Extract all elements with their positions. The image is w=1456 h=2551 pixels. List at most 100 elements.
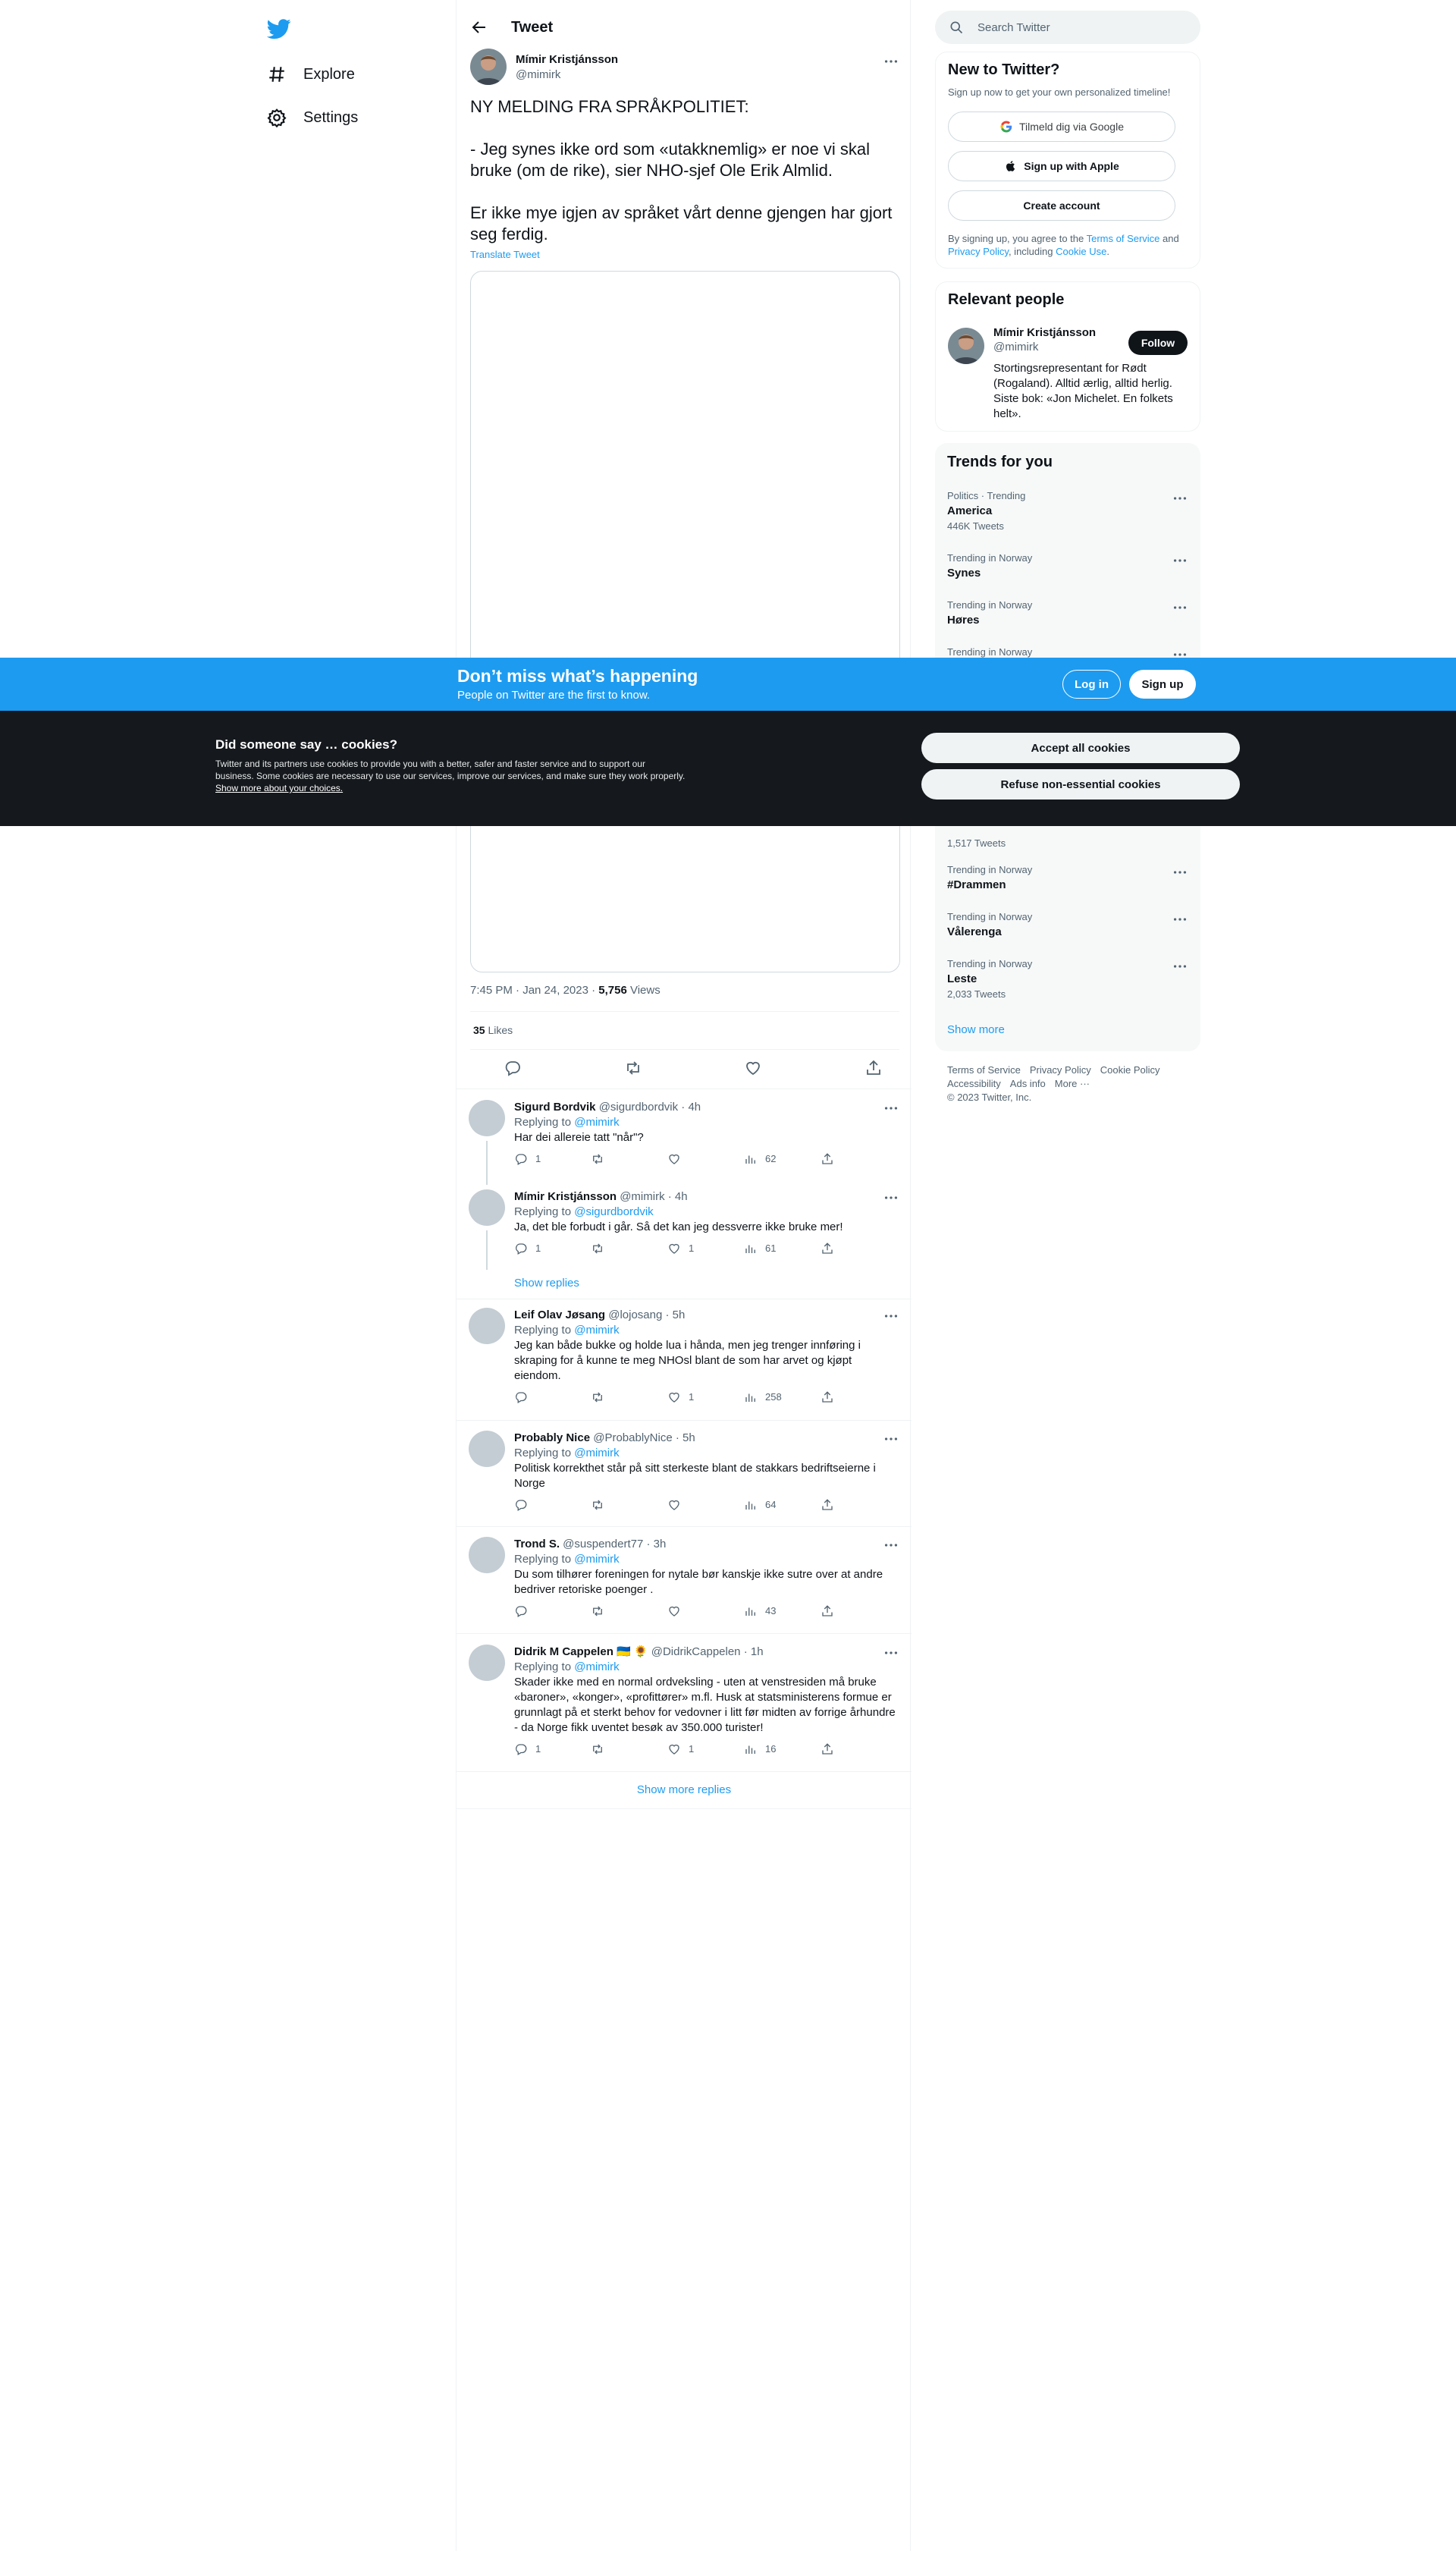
like-button[interactable] [667,1152,744,1166]
retweet-button[interactable] [591,1152,667,1166]
views-button[interactable]: 16 [744,1742,821,1757]
share-button[interactable] [821,1390,897,1404]
footer-accessibility-link[interactable]: Accessibility [947,1078,1001,1089]
retweet-icon[interactable] [624,1059,642,1077]
like-button[interactable] [667,1498,744,1512]
reply-time[interactable]: · 4h [681,1101,701,1114]
avatar[interactable] [469,1431,505,1467]
follow-button[interactable]: Follow [1128,331,1188,355]
replying-to-link[interactable]: @mimirk [574,1553,619,1566]
more-icon[interactable] [1172,552,1188,569]
search-bar[interactable] [935,11,1200,44]
share-icon[interactable] [864,1059,883,1077]
author-name[interactable]: Mímir Kristjánsson [516,53,618,66]
reply-button[interactable] [514,1390,591,1404]
nav-explore[interactable]: Explore [267,59,355,90]
retweet-button[interactable] [591,1242,667,1255]
reply-time[interactable]: · 5h [676,1431,695,1444]
reply-author-name[interactable]: Didrik M Cappelen [514,1645,613,1658]
replying-to-link[interactable]: @mimirk [574,1324,619,1337]
login-button[interactable]: Log in [1062,670,1121,699]
reply-author-name[interactable]: Probably Nice [514,1431,590,1444]
views-button[interactable]: 62 [744,1151,821,1167]
footer-cookie-link[interactable]: Cookie Policy [1100,1064,1160,1076]
reply-author-name[interactable]: Leif Olav Jøsang [514,1308,605,1321]
author-handle[interactable]: @mimirk [516,68,618,81]
google-signup-button[interactable]: Tilmeld dig via Google [948,112,1175,142]
back-arrow-icon[interactable] [470,18,488,36]
share-button[interactable] [821,1152,897,1166]
show-more-trends-link[interactable]: Show more [947,1023,1005,1036]
reply-button[interactable]: 1 [514,1241,591,1256]
apple-signup-button[interactable]: Sign up with Apple [948,151,1175,181]
cookie-use-link[interactable]: Cookie Use [1056,246,1106,257]
footer-terms-link[interactable]: Terms of Service [947,1064,1021,1076]
reply-icon[interactable] [504,1059,522,1077]
like-button[interactable]: 1 [667,1241,744,1256]
views-button[interactable]: 43 [744,1604,821,1619]
share-button[interactable] [821,1242,897,1255]
likes-summary[interactable]: 35 Likes [473,1024,513,1036]
footer-privacy-link[interactable]: Privacy Policy [1030,1064,1091,1076]
reply-handle[interactable]: @DidrikCappelen [651,1645,741,1658]
more-icon[interactable] [1172,490,1188,507]
tweet-time[interactable]: 7:45 PM · Jan 24, 2023 · [470,984,598,997]
replying-to-link[interactable]: @mimirk [574,1116,619,1129]
reply-handle[interactable]: @lojosang [608,1308,662,1321]
twitter-logo-icon[interactable] [267,17,291,41]
trend-item[interactable]: Trending in Norway Høres [947,599,1188,630]
avatar[interactable] [469,1537,505,1573]
reply-handle[interactable]: @suspendert77 [563,1538,643,1550]
replying-to-link[interactable]: @mimirk [574,1447,619,1459]
like-button[interactable]: 1 [667,1742,744,1757]
retweet-button[interactable] [591,1390,667,1404]
more-icon[interactable] [1172,958,1188,975]
reply-time[interactable]: · 3h [646,1538,666,1550]
more-icon[interactable] [1172,911,1188,928]
reply-time[interactable]: · 5h [666,1308,686,1321]
share-button[interactable] [821,1498,897,1512]
show-more-replies-link[interactable]: Show more replies [457,1783,912,1796]
avatar[interactable] [470,49,507,85]
reply-button[interactable] [514,1604,591,1618]
avatar[interactable] [469,1308,505,1344]
more-icon[interactable] [1172,864,1188,881]
like-button[interactable]: 1 [667,1390,744,1405]
reply-author-name[interactable]: Sigurd Bordvik [514,1101,596,1114]
trend-item[interactable]: Politics · Trending America 446K Tweets [947,490,1188,532]
views-button[interactable]: 61 [744,1241,821,1256]
reply-author-name[interactable]: Mímir Kristjánsson [514,1190,617,1203]
replying-to-link[interactable]: @sigurdbordvik [574,1205,653,1218]
retweet-button[interactable] [591,1498,667,1512]
relevant-name[interactable]: Mímir Kristjánsson [993,326,1122,339]
trend-item[interactable]: Trending in Norway Leste 2,033 Tweets [947,958,1188,1000]
reply-handle[interactable]: @mimirk [620,1190,664,1203]
show-replies-link[interactable]: Show replies [514,1277,579,1290]
cookie-choices-link[interactable]: Show more about your choices. [215,783,343,793]
reply-handle[interactable]: @sigurdbordvik [599,1101,678,1114]
reply-author-name[interactable]: Trond S. [514,1538,560,1550]
views-button[interactable]: 258 [744,1390,821,1405]
trend-item[interactable]: 1,517 Tweets [947,834,1188,849]
trend-item[interactable]: Trending in Norway #Drammen [947,864,1188,894]
like-button[interactable] [667,1604,744,1618]
like-icon[interactable] [744,1059,762,1077]
share-button[interactable] [821,1604,897,1618]
more-icon[interactable] [1172,599,1188,616]
reply-button[interactable]: 1 [514,1151,591,1167]
footer-ads-link[interactable]: Ads info [1010,1078,1046,1089]
replying-to-link[interactable]: @mimirk [574,1660,619,1673]
refuse-cookies-button[interactable]: Refuse non-essential cookies [921,769,1240,800]
reply-time[interactable]: · 4h [668,1190,688,1203]
reply-button[interactable] [514,1498,591,1512]
signup-button[interactable]: Sign up [1129,670,1196,699]
footer-more-link[interactable]: More ··· [1055,1078,1090,1089]
translate-link[interactable]: Translate Tweet [470,249,540,260]
reply-button[interactable]: 1 [514,1742,591,1757]
retweet-button[interactable] [591,1604,667,1618]
avatar[interactable] [948,328,984,364]
trend-item[interactable]: Trending in Norway Synes [947,552,1188,583]
nav-settings[interactable]: Settings [267,102,358,133]
share-button[interactable] [821,1742,897,1756]
more-icon[interactable] [883,53,899,70]
